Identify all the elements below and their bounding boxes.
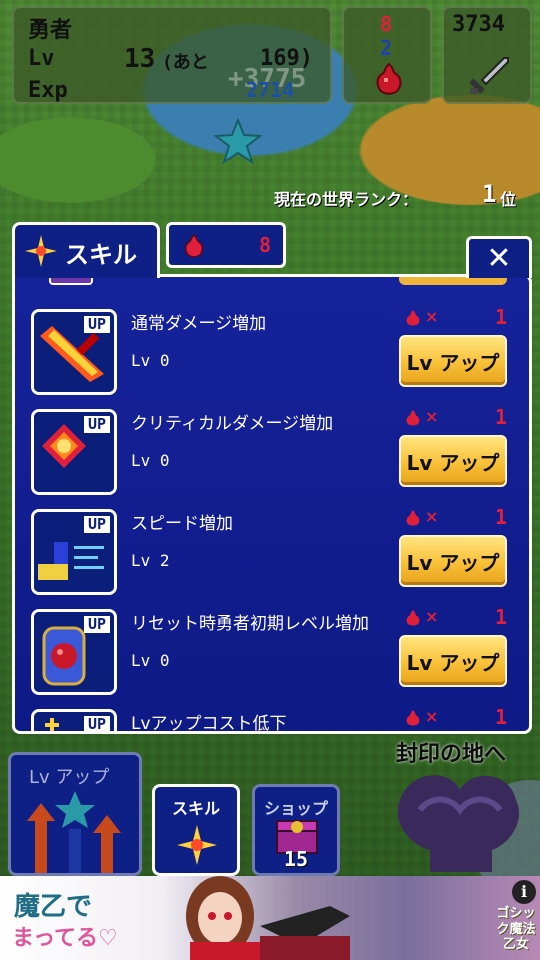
skill-cost: 1 <box>495 705 508 729</box>
skill-cost: 1 <box>495 405 508 429</box>
skill-level: Lv 2 <box>131 551 170 570</box>
world-rank-unit: 位 <box>500 190 517 209</box>
skill-row: UP スピード増加 Lv 2 × 1 Lv アップ <box>15 505 529 609</box>
hero-next-label: (あと <box>162 52 209 73</box>
skill-level: Lv 0 <box>131 451 170 470</box>
speed-boot-icon: UP <box>31 509 117 595</box>
close-icon: ✕ <box>486 240 512 276</box>
up-tag: UP <box>83 716 110 731</box>
skill-list-panel[interactable]: UP 通常ダメージ増加 Lv 0 × 1 Lv アップ UP クリティカルダメー… <box>12 274 532 734</box>
up-tag: UP <box>83 516 110 533</box>
skill-gem-counter: 8 <box>166 222 286 268</box>
sword-icon[interactable] <box>466 54 510 98</box>
ad-banner[interactable]: 魔乙で まってる♡ i ゴシック魔法乙女 <box>0 876 540 960</box>
ad-info-icon[interactable]: i <box>512 880 536 904</box>
skill-gem-count: 8 <box>258 233 271 257</box>
skill-name: スピード増加 <box>131 514 233 534</box>
skill-name: クリティカルダメージ増加 <box>131 414 334 434</box>
skill-menu-label: スキル <box>171 799 220 818</box>
gem-amulet-icon: UP <box>31 609 117 695</box>
ad-headline: 魔乙で <box>14 892 93 922</box>
red-gem-icon <box>406 310 420 326</box>
hero-level-value: 13 <box>124 44 156 74</box>
flaming-sword-icon: UP <box>31 309 117 395</box>
skill-level: Lv 0 <box>131 351 170 370</box>
hero-status-panel: 勇者 Lv 13 (あと 169) Exp +3775 2714 <box>12 6 332 104</box>
red-gem-count: 8 <box>380 12 393 36</box>
up-tag: UP <box>83 316 110 333</box>
ad-character-image <box>186 876 350 960</box>
world-rank-value: 1 <box>482 180 497 208</box>
close-button[interactable]: ✕ <box>466 236 532 278</box>
skill-row: UP クリティカルダメージ増加 Lv 0 × 1 Lv アップ <box>15 405 529 509</box>
red-gem-icon <box>406 610 420 626</box>
blue-gem-count: 2 <box>380 36 393 60</box>
world-star-icon <box>214 118 262 165</box>
skill-row: UP 通常ダメージ増加 Lv 0 × 1 Lv アップ <box>15 305 529 409</box>
skill-menu-button[interactable]: スキル <box>152 784 240 876</box>
skill-row: UP Lvアップコスト低下 × 1 <box>15 705 529 734</box>
cost-multiplier: × <box>425 507 439 526</box>
shop-count: 15 <box>283 847 309 871</box>
red-gem-icon <box>184 234 204 258</box>
hero-name: 勇者 <box>28 18 73 43</box>
red-gem-icon <box>406 410 420 426</box>
red-gem-icon <box>406 710 420 726</box>
up-tag: UP <box>83 616 110 633</box>
level-up-button[interactable]: Lv アップ <box>399 335 507 387</box>
skill-cost: 1 <box>495 305 508 329</box>
level-up-button[interactable]: Lv アップ <box>399 535 507 587</box>
skill-row: UP リセット時勇者初期レベル増加 Lv 0 × 1 Lv アップ <box>15 605 529 709</box>
red-gem-icon <box>406 510 420 526</box>
hero-exp-value: 2714 <box>246 78 295 102</box>
levelup-menu-button[interactable]: Lv アップ <box>8 752 142 876</box>
gold-value: 3734 <box>452 12 505 37</box>
cost-multiplier: × <box>425 707 439 726</box>
skill-name: 通常ダメージ増加 <box>131 314 267 334</box>
critical-burst-icon: UP <box>31 409 117 495</box>
hero-exp-label: Exp <box>28 78 68 103</box>
tab-skill[interactable]: スキル <box>12 222 160 278</box>
cost-down-icon: UP <box>31 709 117 731</box>
tab-skill-label: スキル <box>65 241 137 269</box>
gold-counter-panel: 3734 <box>442 6 532 104</box>
gem-counter-panel: 8 2 <box>342 6 432 104</box>
shop-menu-label: ショップ <box>263 799 328 818</box>
cost-multiplier: × <box>425 307 439 326</box>
red-gem-icon <box>376 62 402 95</box>
level-up-button[interactable]: Lv アップ <box>399 435 507 487</box>
sealed-land-icon[interactable] <box>380 760 540 876</box>
level-up-button[interactable]: Lv アップ <box>399 635 507 687</box>
skill-name: Lvアップコスト低下 <box>131 714 287 734</box>
skill-cost: 1 <box>495 605 508 629</box>
ad-subline: まってる♡ <box>12 926 118 951</box>
cost-multiplier: × <box>425 407 439 426</box>
sparkle-icon <box>177 825 217 865</box>
cost-multiplier: × <box>425 607 439 626</box>
skill-cost: 1 <box>495 505 508 529</box>
hero-level-label: Lv <box>28 46 55 71</box>
levelup-arrows-icon <box>27 791 121 873</box>
shop-menu-button[interactable]: ショップ 15 <box>252 784 340 876</box>
skill-level: Lv 0 <box>131 651 170 670</box>
up-tag: UP <box>83 416 110 433</box>
sparkle-icon <box>25 235 57 267</box>
ad-logo: ゴシック魔法乙女 <box>496 906 536 953</box>
skill-name: リセット時勇者初期レベル増加 <box>131 614 369 634</box>
world-rank-label: 現在の世界ランク： <box>274 190 419 209</box>
